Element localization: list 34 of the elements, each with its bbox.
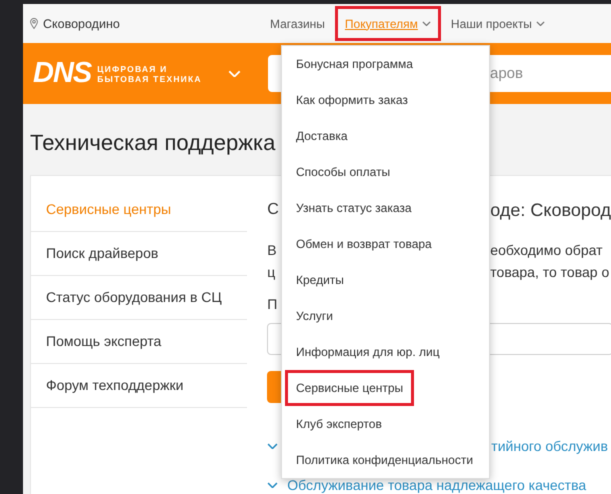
field-label: П: [267, 295, 278, 314]
paragraph-text: В: [267, 241, 278, 260]
menu-item[interactable]: Бонусная программа: [285, 46, 424, 82]
location-label[interactable]: Сковородино: [43, 16, 120, 30]
menu-item[interactable]: Клуб экспертов: [285, 406, 393, 442]
section-title: оде: Сковород: [490, 199, 611, 222]
menu-item[interactable]: Способы оплаты: [285, 154, 402, 190]
location-pin-icon: [30, 18, 38, 29]
nav-link[interactable]: Наши проекты: [440, 6, 555, 41]
menu-item[interactable]: Кредиты: [285, 262, 355, 298]
menu-item[interactable]: Обмен и возврат товара: [285, 226, 443, 262]
sidebar-item[interactable]: Поиск драйверов: [31, 232, 248, 276]
chevron-down-icon: [267, 482, 278, 488]
nav-link[interactable]: Магазины: [260, 6, 335, 41]
sidebar-item[interactable]: Статус оборудования в СЦ: [31, 276, 248, 320]
accordion-link[interactable]: тийного обслужив: [491, 435, 608, 457]
menu-item[interactable]: Сервисные центры: [285, 370, 414, 406]
paragraph-text: еобходимо обрат: [490, 241, 602, 260]
menu-item[interactable]: Узнать статус заказа: [285, 190, 423, 226]
menu-item[interactable]: Как оформить заказ: [285, 82, 419, 118]
paragraph-text: ц: [267, 263, 276, 282]
logo-tagline: БЫТОВАЯ ТЕХНИКА: [97, 74, 202, 84]
section-title: С: [267, 200, 278, 220]
chevron-down-icon: [228, 70, 241, 78]
sidebar-item[interactable]: Помощь эксперта: [31, 320, 248, 364]
menu-item[interactable]: Политика конфиденциальности: [285, 442, 484, 478]
menu-item[interactable]: Услуги: [285, 298, 344, 334]
menu-item[interactable]: Информация для юр. лиц: [285, 334, 451, 370]
paragraph-text: товара, то товар о: [490, 263, 610, 282]
chevron-down-icon: [267, 442, 278, 450]
logo-tagline: ЦИФРОВАЯ И: [97, 64, 168, 74]
page-heading: Техническая поддержка: [30, 129, 276, 157]
menu-item[interactable]: Доставка: [285, 118, 359, 154]
sidebar-item[interactable]: Форум техподдержки: [31, 364, 248, 408]
